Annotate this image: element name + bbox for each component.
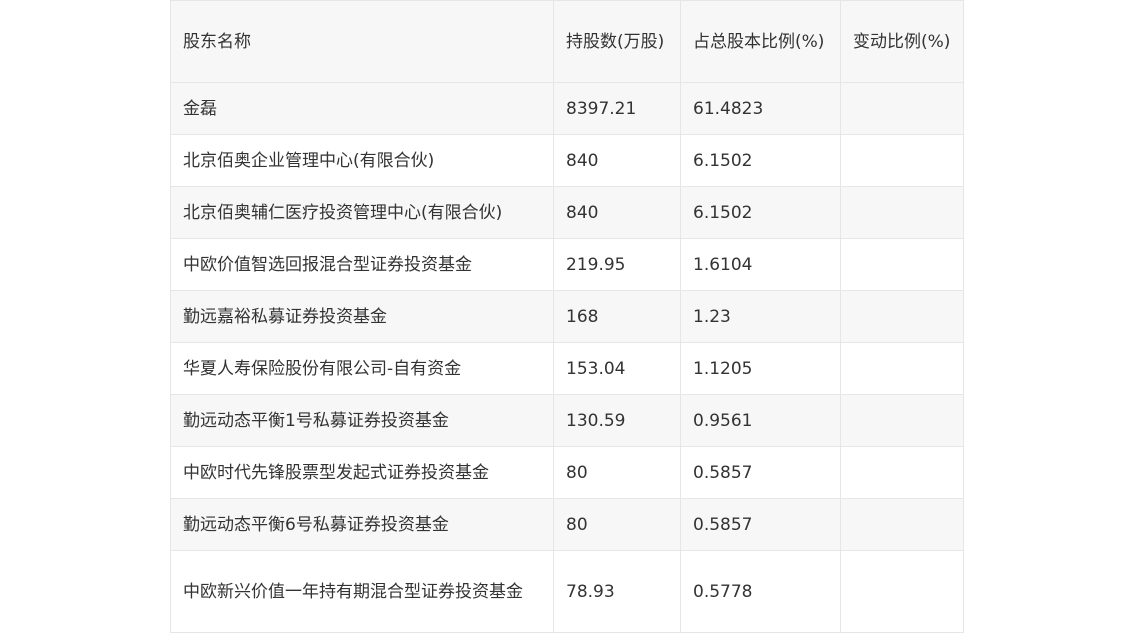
cell-shares: 168: [553, 290, 681, 343]
cell-shareholder-name: 勤远动态平衡6号私募证券投资基金: [170, 498, 554, 551]
cell-change-ratio: [840, 134, 964, 187]
header-shareholder-name: 股东名称: [170, 0, 554, 83]
cell-shareholder-name: 金磊: [170, 82, 554, 135]
header-change-ratio: 变动比例(%): [840, 0, 964, 83]
cell-share-ratio: 6.1502: [680, 186, 841, 239]
cell-shares: 219.95: [553, 238, 681, 291]
table-header-row: 股东名称 持股数(万股) 占总股本比例(%) 变动比例(%): [170, 0, 964, 83]
cell-change-ratio: [840, 394, 964, 447]
table-row: 勤远动态平衡6号私募证券投资基金 80 0.5857: [170, 498, 964, 551]
cell-shares: 80: [553, 498, 681, 551]
cell-shares: 840: [553, 134, 681, 187]
table-row: 中欧时代先锋股票型发起式证券投资基金 80 0.5857: [170, 446, 964, 499]
cell-share-ratio: 6.1502: [680, 134, 841, 187]
cell-change-ratio: [840, 186, 964, 239]
cell-shareholder-name: 北京佰奥企业管理中心(有限合伙): [170, 134, 554, 187]
table-row: 勤远嘉裕私募证券投资基金 168 1.23: [170, 290, 964, 343]
cell-shareholder-name: 中欧价值智选回报混合型证券投资基金: [170, 238, 554, 291]
cell-change-ratio: [840, 290, 964, 343]
cell-change-ratio: [840, 342, 964, 395]
table-row: 华夏人寿保险股份有限公司-自有资金 153.04 1.1205: [170, 342, 964, 395]
cell-share-ratio: 0.9561: [680, 394, 841, 447]
cell-change-ratio: [840, 238, 964, 291]
cell-change-ratio: [840, 82, 964, 135]
cell-shareholder-name: 华夏人寿保险股份有限公司-自有资金: [170, 342, 554, 395]
cell-change-ratio: [840, 498, 964, 551]
cell-shareholder-name: 中欧时代先锋股票型发起式证券投资基金: [170, 446, 554, 499]
cell-share-ratio: 0.5778: [680, 550, 841, 633]
header-shares: 持股数(万股): [553, 0, 681, 83]
cell-shareholder-name: 勤远动态平衡1号私募证券投资基金: [170, 394, 554, 447]
cell-shares: 153.04: [553, 342, 681, 395]
cell-share-ratio: 0.5857: [680, 498, 841, 551]
cell-shares: 8397.21: [553, 82, 681, 135]
table-row: 中欧新兴价值一年持有期混合型证券投资基金 78.93 0.5778: [170, 550, 964, 633]
cell-shares: 80: [553, 446, 681, 499]
table-row: 中欧价值智选回报混合型证券投资基金 219.95 1.6104: [170, 238, 964, 291]
table-body: 金磊 8397.21 61.4823 北京佰奥企业管理中心(有限合伙) 840 6.150…: [170, 82, 964, 633]
header-share-ratio: 占总股本比例(%): [680, 0, 841, 83]
shareholder-table: 股东名称 持股数(万股) 占总股本比例(%) 变动比例(%) 金磊 8397.21…: [170, 0, 964, 633]
cell-shareholder-name: 勤远嘉裕私募证券投资基金: [170, 290, 554, 343]
table-row: 金磊 8397.21 61.4823: [170, 82, 964, 135]
cell-shareholder-name: 中欧新兴价值一年持有期混合型证券投资基金: [170, 550, 554, 633]
cell-shares: 78.93: [553, 550, 681, 633]
cell-shares: 130.59: [553, 394, 681, 447]
table-row: 北京佰奥企业管理中心(有限合伙) 840 6.1502: [170, 134, 964, 187]
cell-change-ratio: [840, 446, 964, 499]
cell-share-ratio: 1.1205: [680, 342, 841, 395]
cell-shares: 840: [553, 186, 681, 239]
cell-change-ratio: [840, 550, 964, 633]
shareholder-table-container: 股东名称 持股数(万股) 占总股本比例(%) 变动比例(%) 金磊 8397.21…: [170, 0, 964, 633]
cell-share-ratio: 0.5857: [680, 446, 841, 499]
table-row: 北京佰奥辅仁医疗投资管理中心(有限合伙) 840 6.1502: [170, 186, 964, 239]
cell-share-ratio: 61.4823: [680, 82, 841, 135]
table-row: 勤远动态平衡1号私募证券投资基金 130.59 0.9561: [170, 394, 964, 447]
cell-shareholder-name: 北京佰奥辅仁医疗投资管理中心(有限合伙): [170, 186, 554, 239]
cell-share-ratio: 1.23: [680, 290, 841, 343]
cell-share-ratio: 1.6104: [680, 238, 841, 291]
